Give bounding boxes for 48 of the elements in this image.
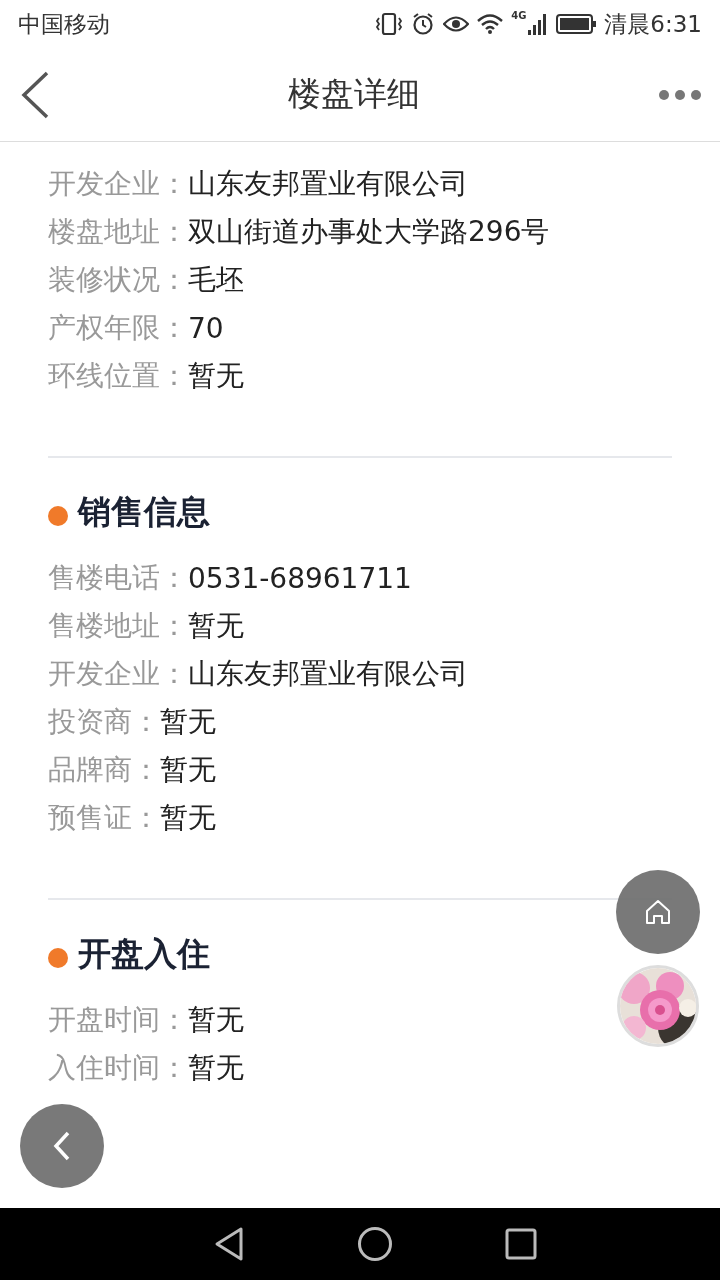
section-heading: 开盘入住: [78, 932, 210, 975]
field-label: 开发企业：: [48, 166, 188, 202]
field-value: 暂无: [160, 800, 216, 836]
field-value: 暂无: [188, 1050, 244, 1086]
field-label: 预售证：: [48, 800, 160, 836]
field-value: 0531-68961711: [188, 561, 412, 595]
carrier-name: 中国移动: [18, 9, 110, 39]
back-icon: [52, 1131, 72, 1161]
wifi-icon: [477, 13, 504, 35]
field-value: 暂无: [160, 752, 216, 788]
field-label: 投资商：: [48, 704, 160, 740]
section-heading: 销售信息: [78, 490, 210, 533]
field-label: 入住时间：: [48, 1050, 188, 1086]
eye-icon: [443, 14, 470, 34]
field-label: 装修状况：: [48, 262, 188, 298]
signal-icon: [528, 13, 549, 35]
field-label: 环线位置：: [48, 358, 188, 394]
back-icon[interactable]: [213, 1226, 245, 1262]
recent-apps-icon[interactable]: [505, 1228, 537, 1260]
battery-icon: [556, 14, 597, 34]
home-icon: [645, 899, 671, 925]
more-button[interactable]: [658, 88, 702, 101]
field-value: 暂无: [188, 358, 244, 394]
field-value: 山东友邦置业有限公司: [188, 656, 468, 692]
page-title: 楼盘详细: [288, 73, 420, 115]
field-value: 暂无: [160, 704, 216, 740]
field-value: 70: [188, 311, 224, 345]
bullet-icon: [48, 506, 68, 526]
field-value: 暂无: [188, 1002, 244, 1038]
field-value: 毛坯: [188, 262, 244, 298]
field-label: 开发企业：: [48, 656, 188, 692]
field-value: 山东友邦置业有限公司: [188, 166, 468, 202]
field-label: 产权年限：: [48, 310, 188, 346]
field-value: 暂无: [188, 608, 244, 644]
field-label: 开盘时间：: [48, 1002, 188, 1038]
home-icon[interactable]: [357, 1226, 393, 1262]
back-icon: [20, 70, 50, 119]
vibrate-icon: [375, 12, 404, 36]
back-button[interactable]: [20, 70, 50, 119]
more-icon: [658, 88, 702, 101]
bullet-icon: [48, 948, 68, 968]
field-label: 售楼地址：: [48, 608, 188, 644]
field-value: 双山街道办事处大学路296号: [188, 214, 550, 250]
field-label: 品牌商：: [48, 752, 160, 788]
field-label: 售楼电话：: [48, 560, 188, 596]
network-type: 4G: [511, 10, 527, 21]
field-label: 楼盘地址：: [48, 214, 188, 250]
clock-time: 清晨6:31: [604, 9, 702, 39]
